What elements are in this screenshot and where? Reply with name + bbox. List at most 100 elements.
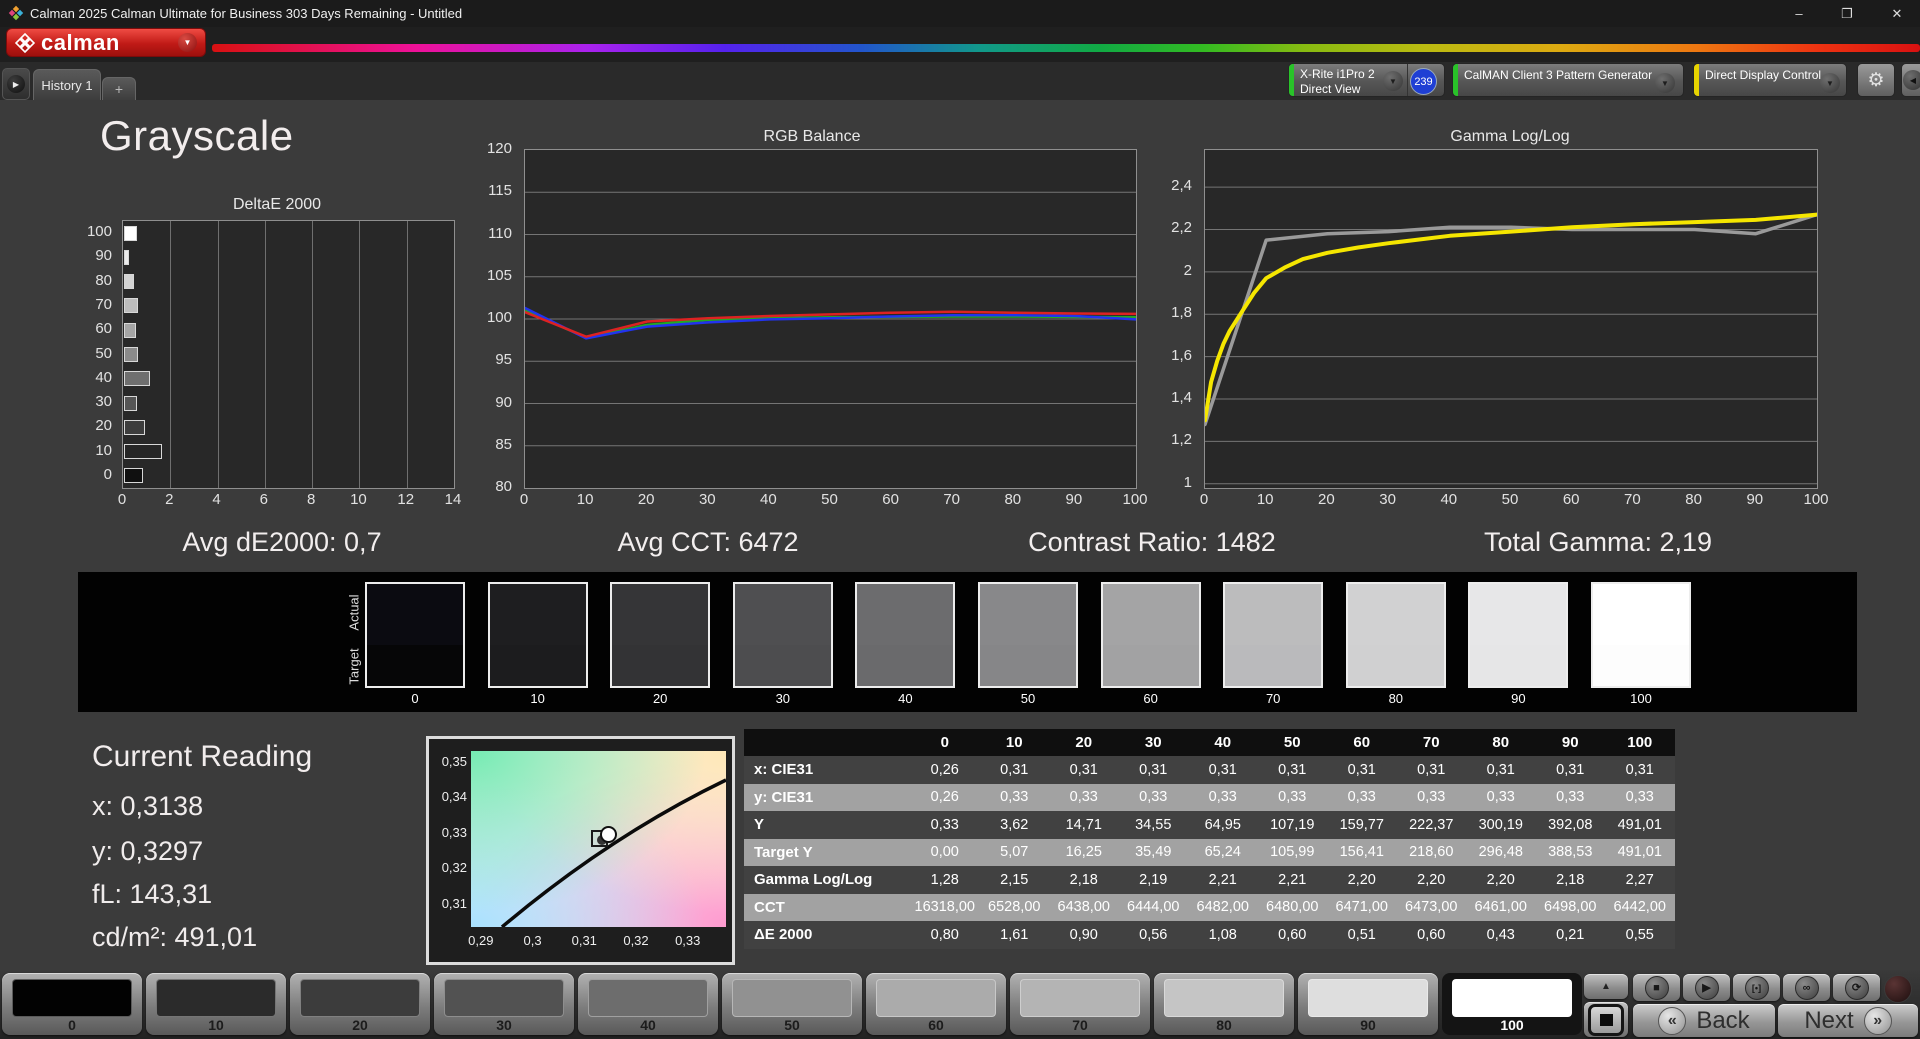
table-cell: 64,95: [1188, 811, 1258, 839]
pattern-window-icon: [1588, 1003, 1624, 1036]
pattern-level-button-50[interactable]: 50: [722, 973, 862, 1035]
chevron-left-icon: ◀: [1903, 70, 1920, 90]
refresh-button[interactable]: ⟳: [1833, 974, 1880, 1001]
pattern-level-button-30[interactable]: 30: [434, 973, 574, 1035]
restore-button[interactable]: ❐: [1826, 0, 1868, 27]
table-column-header: 50: [1257, 729, 1327, 756]
table-cell: 0,26: [910, 756, 980, 784]
pattern-generator-status-stripe: [1453, 64, 1458, 96]
pattern-level-label: 40: [640, 1017, 656, 1033]
target-row-label: Target: [346, 648, 362, 685]
table-column-header: 10: [979, 729, 1049, 756]
settings-button[interactable]: ⚙: [1857, 63, 1895, 97]
measured-point-icon: [599, 826, 617, 844]
swatch-label: 80: [1388, 691, 1404, 706]
swatch-actual: [1225, 584, 1322, 645]
pattern-generator-dropdown[interactable]: CalMAN Client 3 Pattern Generator ▼: [1452, 63, 1684, 97]
x-tick-label: 60: [1562, 491, 1580, 508]
grayscale-swatch: [1468, 582, 1569, 688]
swatch-actual: [980, 584, 1076, 645]
play-icon: ▶: [7, 75, 25, 93]
table-cell: 0,31: [1257, 756, 1327, 784]
pattern-level-button-70[interactable]: 70: [1010, 973, 1150, 1035]
x-tick-label: 60: [882, 491, 899, 508]
pattern-level-button-0[interactable]: 0: [2, 973, 142, 1035]
x-tick-label: 50: [1501, 491, 1519, 508]
table-cell: 2,27: [1605, 866, 1675, 894]
y-tick-label: 1: [1183, 473, 1192, 491]
table-cell: 0,33: [1466, 783, 1536, 811]
single-measure-button[interactable]: [•]: [1733, 974, 1780, 1001]
pattern-level-button-60[interactable]: 60: [866, 973, 1006, 1035]
table-cell: 16318,00: [910, 893, 980, 921]
tab-history-1[interactable]: History 1: [33, 69, 101, 101]
next-button[interactable]: Next »: [1778, 1004, 1918, 1037]
table-cell: 2,19: [1118, 866, 1188, 894]
table-row-label: Gamma Log/Log: [744, 866, 910, 894]
gamma-y-axis: 2,4 2,2 2 1,8 1,6 1,4 1,2 1: [1148, 149, 1196, 491]
table-column-header: 40: [1188, 729, 1258, 756]
table-cell: 0,31: [1118, 756, 1188, 784]
close-button[interactable]: ✕: [1876, 0, 1918, 27]
table-cell: 0,60: [1257, 921, 1327, 949]
meter-status-stripe: [1289, 64, 1294, 96]
deltae-x-tick-label: 4: [212, 491, 221, 508]
rgb-y-axis: 120 115 110 105 100 95 90 85 80: [468, 140, 516, 495]
swatch-label: 40: [898, 691, 913, 706]
collapse-tray-button[interactable]: ▲: [1584, 974, 1628, 999]
table-cell: 0,00: [910, 838, 980, 866]
divider: [1407, 64, 1408, 96]
table-cell: 6480,00: [1257, 893, 1327, 921]
gridline: [170, 221, 172, 488]
continuous-measure-button-icon: ∞: [1794, 975, 1819, 1000]
table-cell: 491,01: [1605, 838, 1675, 866]
pattern-swatch: [300, 979, 420, 1017]
sidebar-toggle-button[interactable]: ▶: [2, 68, 30, 100]
pattern-level-button-40[interactable]: 40: [578, 973, 718, 1035]
pattern-generator-name: CalMAN Client 3 Pattern Generator: [1464, 68, 1653, 82]
x-tick-label: 40: [1440, 491, 1458, 508]
cie-y-tick-label: 0,32: [441, 860, 467, 876]
pattern-swatch: [1452, 979, 1572, 1017]
add-tab-button[interactable]: +: [102, 77, 136, 101]
table-cell: 0,33: [1118, 783, 1188, 811]
pattern-level-button-10[interactable]: 10: [146, 973, 286, 1035]
pattern-level-button-100[interactable]: 100: [1442, 973, 1582, 1035]
table-column-header: 90: [1535, 729, 1605, 756]
continuous-measure-button[interactable]: ∞: [1783, 974, 1830, 1001]
calman-menu-button[interactable]: calman ▼: [6, 28, 206, 57]
table-cell: 2,15: [979, 866, 1049, 894]
table-cell: 6482,00: [1188, 893, 1258, 921]
meter-count-badge[interactable]: 239: [1410, 68, 1437, 95]
table-cell: 296,48: [1466, 838, 1536, 866]
pattern-level-button-20[interactable]: 20: [290, 973, 430, 1035]
grayscale-swatch: [855, 582, 956, 688]
swatch-label: 60: [1143, 691, 1158, 706]
y-tick-label: 1,8: [1171, 304, 1192, 322]
pattern-level-button-80[interactable]: 80: [1154, 973, 1294, 1035]
pattern-level-label: 80: [1216, 1017, 1232, 1033]
table-cell: 392,08: [1535, 811, 1605, 839]
swatch-target: [1102, 645, 1199, 686]
pattern-window-button[interactable]: [1584, 1002, 1628, 1037]
play-button[interactable]: ▶: [1683, 974, 1730, 1001]
record-indicator: [1884, 975, 1912, 1003]
pattern-level-button-90[interactable]: 90: [1298, 973, 1438, 1035]
minimize-button[interactable]: –: [1778, 0, 1820, 27]
table-cell: 0,31: [979, 756, 1049, 784]
deltae-bar: [124, 371, 150, 387]
stop-button[interactable]: ■: [1633, 974, 1680, 1001]
swatch-target: [367, 645, 463, 686]
pattern-swatch: [444, 979, 564, 1017]
back-button[interactable]: « Back: [1633, 1004, 1775, 1037]
stop-button-icon: ■: [1644, 975, 1669, 1000]
display-control-dropdown[interactable]: Direct Display Control ▼: [1693, 63, 1847, 97]
deltae-x-tick-label: 12: [397, 491, 415, 508]
swatch-actual: [1470, 584, 1567, 645]
back-button-label: Back: [1696, 1006, 1750, 1034]
back-chevron-icon: «: [1658, 1006, 1687, 1035]
refresh-button-icon: ⟳: [1844, 975, 1869, 1000]
next-chevron-icon: »: [1863, 1006, 1892, 1035]
swatch-target: [734, 645, 831, 686]
collapse-panel-button[interactable]: ◀: [1901, 63, 1920, 97]
